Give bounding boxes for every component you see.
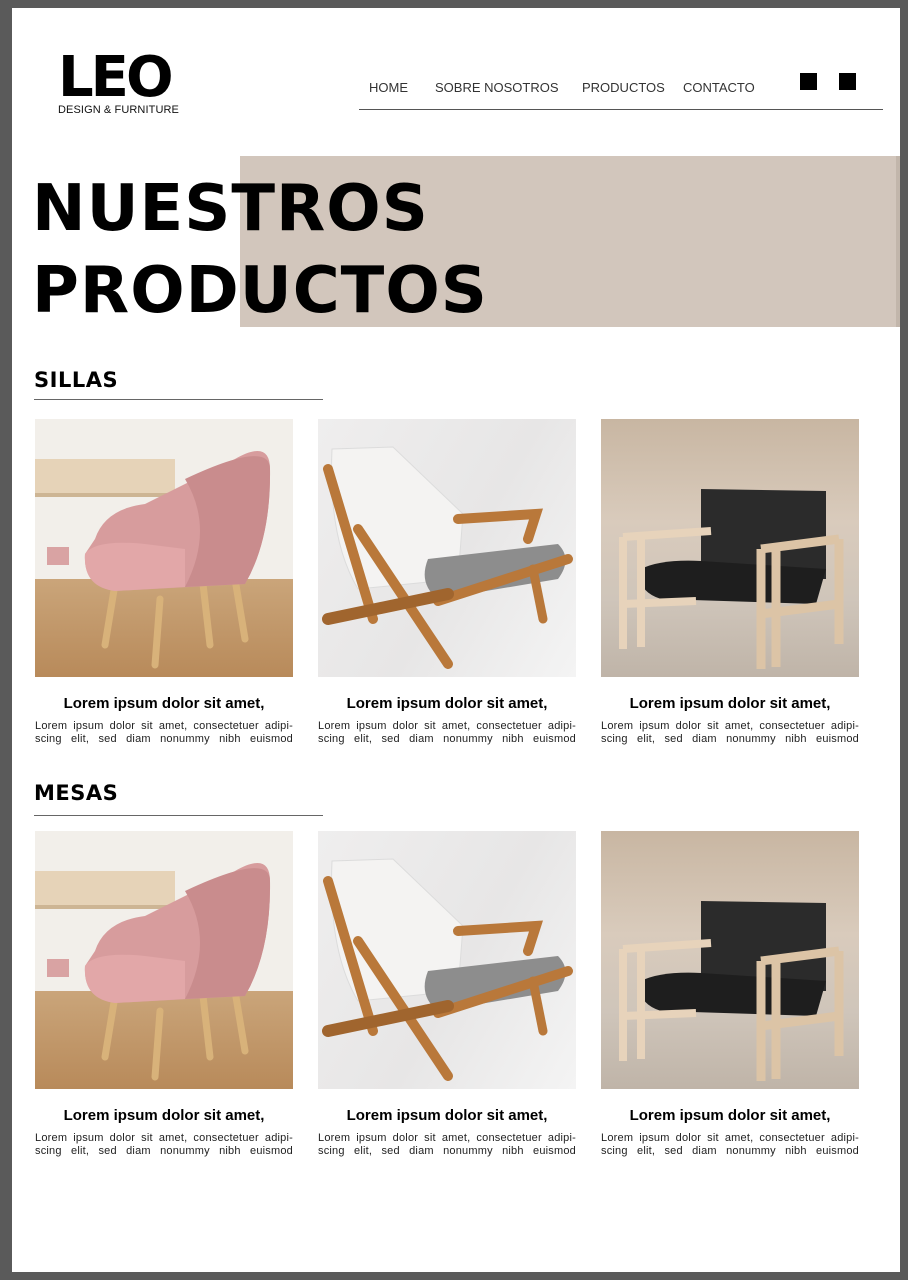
nav-item-contacto[interactable]: CONTACTO xyxy=(683,80,755,95)
square-icon-left[interactable] xyxy=(800,73,817,90)
nav-item-home[interactable]: HOME xyxy=(369,80,408,95)
section-title-mesas: MESAS xyxy=(34,781,119,805)
hero-band-edge xyxy=(896,156,900,327)
page: LEO DESIGN & FURNITURE HOME SOBRE NOSOTR… xyxy=(12,8,900,1272)
product-description-line: scing elit, sed diam nonummy nibh euismo… xyxy=(35,1145,293,1157)
nav-item-productos[interactable]: PRODUCTOS xyxy=(582,80,665,95)
product-image-black-frame-armchair[interactable] xyxy=(601,831,859,1089)
brand-tagline: DESIGN & FURNITURE xyxy=(58,104,179,116)
product-card: Lorem ipsum dolor sit amet, Lorem ipsum … xyxy=(601,831,859,1158)
product-description: Lorem ipsum dolor sit amet, consectetuer… xyxy=(601,1132,859,1158)
product-description-line: Lorem ipsum dolor sit amet, consectetuer… xyxy=(601,1132,859,1144)
product-description: Lorem ipsum dolor sit amet, consectetuer… xyxy=(35,1132,293,1158)
brand-logo[interactable]: LEO DESIGN & FURNITURE xyxy=(58,45,179,117)
product-description-line: scing elit, sed diam nonummy nibh euismo… xyxy=(601,1145,859,1157)
section-divider xyxy=(34,399,323,400)
product-description: Lorem ipsum dolor sit amet, consectetuer… xyxy=(318,720,576,746)
product-description: Lorem ipsum dolor sit amet, consectetuer… xyxy=(318,1132,576,1158)
product-card: Lorem ipsum dolor sit amet, Lorem ipsum … xyxy=(35,419,293,746)
product-title: Lorem ipsum dolor sit amet, xyxy=(629,695,831,712)
product-image-wooden-lounge-chair[interactable] xyxy=(318,831,576,1089)
product-image-wooden-lounge-chair[interactable] xyxy=(318,419,576,677)
product-description-line: scing elit, sed diam nonummy nibh euismo… xyxy=(318,733,576,745)
product-image-pink-armchair[interactable] xyxy=(35,419,293,677)
section-divider xyxy=(34,815,323,816)
product-card: Lorem ipsum dolor sit amet, Lorem ipsum … xyxy=(601,419,859,746)
product-description-line: scing elit, sed diam nonummy nibh euismo… xyxy=(601,733,859,745)
product-description-line: Lorem ipsum dolor sit amet, consectetuer… xyxy=(318,720,576,732)
section-title-sillas: SILLAS xyxy=(34,368,119,392)
page-title: NUESTROS PRODUCTOS xyxy=(32,168,488,332)
page-title-line1: NUESTROS xyxy=(32,172,429,246)
product-description-line: Lorem ipsum dolor sit amet, consectetuer… xyxy=(35,1132,293,1144)
product-description-line: scing elit, sed diam nonummy nibh euismo… xyxy=(318,1145,576,1157)
brand-name: LEO xyxy=(58,45,174,110)
product-description: Lorem ipsum dolor sit amet, consectetuer… xyxy=(601,720,859,746)
product-description-line: Lorem ipsum dolor sit amet, consectetuer… xyxy=(318,1132,576,1144)
product-description: Lorem ipsum dolor sit amet, consectetuer… xyxy=(35,720,293,746)
product-title: Lorem ipsum dolor sit amet, xyxy=(629,1107,831,1124)
product-image-black-frame-armchair[interactable] xyxy=(601,419,859,677)
product-card: Lorem ipsum dolor sit amet, Lorem ipsum … xyxy=(35,831,293,1158)
page-title-line2: PRODUCTOS xyxy=(32,254,488,328)
square-icon-right[interactable] xyxy=(839,73,856,90)
nav-item-sobre-nosotros[interactable]: SOBRE NOSOTROS xyxy=(435,80,559,95)
product-description-line: Lorem ipsum dolor sit amet, consectetuer… xyxy=(601,720,859,732)
product-image-pink-armchair[interactable] xyxy=(35,831,293,1089)
product-card: Lorem ipsum dolor sit amet, Lorem ipsum … xyxy=(318,831,576,1158)
product-title: Lorem ipsum dolor sit amet, xyxy=(346,1107,548,1124)
product-title: Lorem ipsum dolor sit amet, xyxy=(63,695,265,712)
product-title: Lorem ipsum dolor sit amet, xyxy=(346,695,548,712)
product-description-line: scing elit, sed diam nonummy nibh euismo… xyxy=(35,733,293,745)
product-title: Lorem ipsum dolor sit amet, xyxy=(63,1107,265,1124)
product-description-line: Lorem ipsum dolor sit amet, consectetuer… xyxy=(35,720,293,732)
product-card: Lorem ipsum dolor sit amet, Lorem ipsum … xyxy=(318,419,576,746)
